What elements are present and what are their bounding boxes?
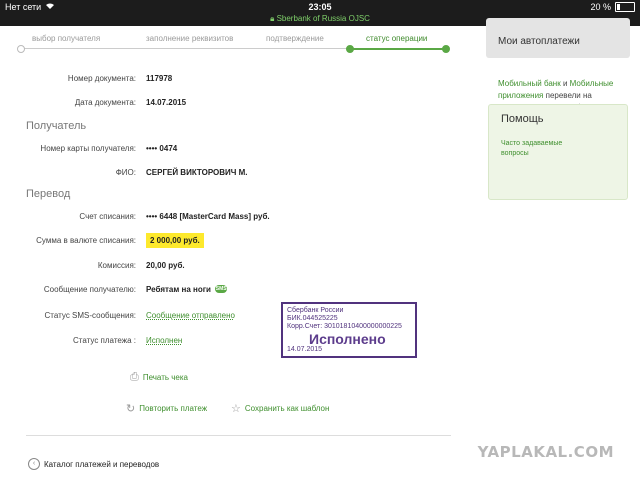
message-value: Ребятам на ноги: [146, 285, 211, 294]
name-value: СЕРГЕЙ ВИКТОРОВИЧ М.: [146, 168, 248, 177]
autopayments-title: Мои автоплатежи: [498, 36, 580, 47]
amount-value-wrap: 2 000,00 руб.: [146, 233, 204, 248]
arrow-left-icon: ‹: [28, 458, 40, 470]
message-label: Сообщение получателю:: [43, 285, 136, 294]
payment-status-link[interactable]: Исполнен: [146, 336, 182, 345]
autopayments-panel[interactable]: Мои автоплатежи: [486, 18, 630, 58]
section-transfer: Перевод: [26, 188, 71, 200]
repeat-payment-button[interactable]: ↻ Повторить платеж: [126, 402, 207, 415]
main-content: выбор получателя заполнение реквизитов п…: [0, 26, 470, 480]
step-status: статус операции: [366, 34, 428, 43]
help-panel: Помощь Часто задаваемые вопросы: [488, 104, 628, 200]
card-row: Номер карты получателя: •••• 0474: [0, 144, 470, 160]
doc-date-value: 14.07.2015: [146, 98, 187, 107]
account-label: Счет списания:: [79, 212, 136, 221]
lock-icon: 🔒︎: [270, 14, 275, 23]
amount-row: Сумма в валюте списания: 2 000,00 руб.: [0, 233, 470, 252]
stamp-status: Исполнено: [309, 331, 386, 347]
help-title: Помощь: [501, 113, 544, 125]
doc-date-label: Дата документа:: [74, 98, 136, 107]
promo-and: и: [560, 79, 570, 88]
repeat-icon: ↻: [126, 403, 136, 415]
sidebar: Мои автоплатежи Мобильный банк и Мобильн…: [486, 18, 630, 480]
message-value-wrap: Ребятам на ноги SMS: [146, 285, 228, 294]
battery-icon: [615, 2, 635, 12]
mobile-bank-link[interactable]: Мобильный банк: [498, 79, 561, 88]
payment-catalog-link[interactable]: ‹ Каталог платежей и переводов: [28, 458, 159, 470]
step-select-recipient: выбор получателя: [32, 34, 101, 43]
message-row: Сообщение получателю: Ребятам на ноги SM…: [0, 285, 470, 301]
account-row: Счет списания: •••• 6448 [MasterCard Mas…: [0, 212, 470, 228]
stamp-bik: БИК.044525225: [287, 315, 338, 322]
battery-label: 20 %: [590, 2, 611, 12]
section-recipient: Получатель: [26, 120, 87, 132]
card-label: Номер карты получателя:: [40, 144, 136, 153]
fee-row: Комиссия: 20,00 руб.: [0, 261, 470, 277]
fee-value: 20,00 руб.: [146, 261, 185, 270]
stamp-bank: Сбербанк России: [287, 307, 344, 314]
step-dot-end: [442, 45, 450, 53]
stamp-date: 14.07.2015: [287, 346, 323, 353]
steps-line-active: [350, 48, 446, 50]
doc-number-row: Номер документа: 117978: [0, 74, 470, 90]
url-text: Sberbank of Russia OJSC: [276, 14, 370, 23]
progress-steps: выбор получателя заполнение реквизитов п…: [17, 34, 450, 56]
amount-value: 2 000,00 руб.: [146, 233, 204, 248]
printer-icon: ⎙: [130, 371, 139, 383]
doc-date-row: Дата документа: 14.07.2015: [0, 98, 470, 114]
name-label: ФИО:: [115, 168, 136, 177]
print-receipt-label: Печать чека: [142, 373, 188, 382]
star-icon: ☆: [231, 403, 241, 415]
step-confirm: подтверждение: [266, 34, 324, 43]
bank-stamp: Сбербанк России БИК.044525225 Корр.Счет:…: [281, 302, 417, 358]
card-value: •••• 0474: [146, 144, 178, 153]
name-row: ФИО: СЕРГЕЙ ВИКТОРОВИЧ М.: [0, 168, 470, 184]
fee-label: Комиссия:: [97, 261, 136, 270]
doc-number-label: Номер документа:: [67, 74, 136, 83]
status-time: 23:05: [308, 2, 332, 12]
stamp-corr-account: Корр.Счет: 30101810400000000225: [287, 323, 402, 330]
step-dot: [17, 45, 25, 53]
payment-status-label: Статус платежа :: [73, 336, 136, 345]
payment-catalog-label: Каталог платежей и переводов: [44, 459, 160, 469]
watermark: YAPLAKAL.COM: [477, 443, 614, 461]
save-template-button[interactable]: ☆ Сохранить как шаблон: [231, 402, 329, 415]
doc-number-value: 117978: [146, 74, 173, 83]
sms-bubble-icon: SMS: [215, 285, 228, 293]
status-right: 20 %: [590, 2, 635, 12]
save-template-label: Сохранить как шаблон: [244, 404, 330, 413]
amount-label: Сумма в валюте списания:: [36, 236, 136, 245]
divider: [26, 435, 451, 436]
repeat-payment-label: Повторить платеж: [139, 404, 208, 413]
account-value: •••• 6448 [MasterCard Mass] руб.: [146, 212, 270, 221]
step-fill-details: заполнение реквизитов: [146, 34, 234, 43]
print-receipt-button[interactable]: ⎙ Печать чека: [130, 371, 188, 384]
faq-link[interactable]: Часто задаваемые вопросы: [501, 139, 581, 159]
sms-label: Статус SMS-сообщения:: [44, 311, 136, 320]
step-dot-active: [346, 45, 354, 53]
sms-status-link[interactable]: Сообщение отправлено: [146, 311, 235, 320]
